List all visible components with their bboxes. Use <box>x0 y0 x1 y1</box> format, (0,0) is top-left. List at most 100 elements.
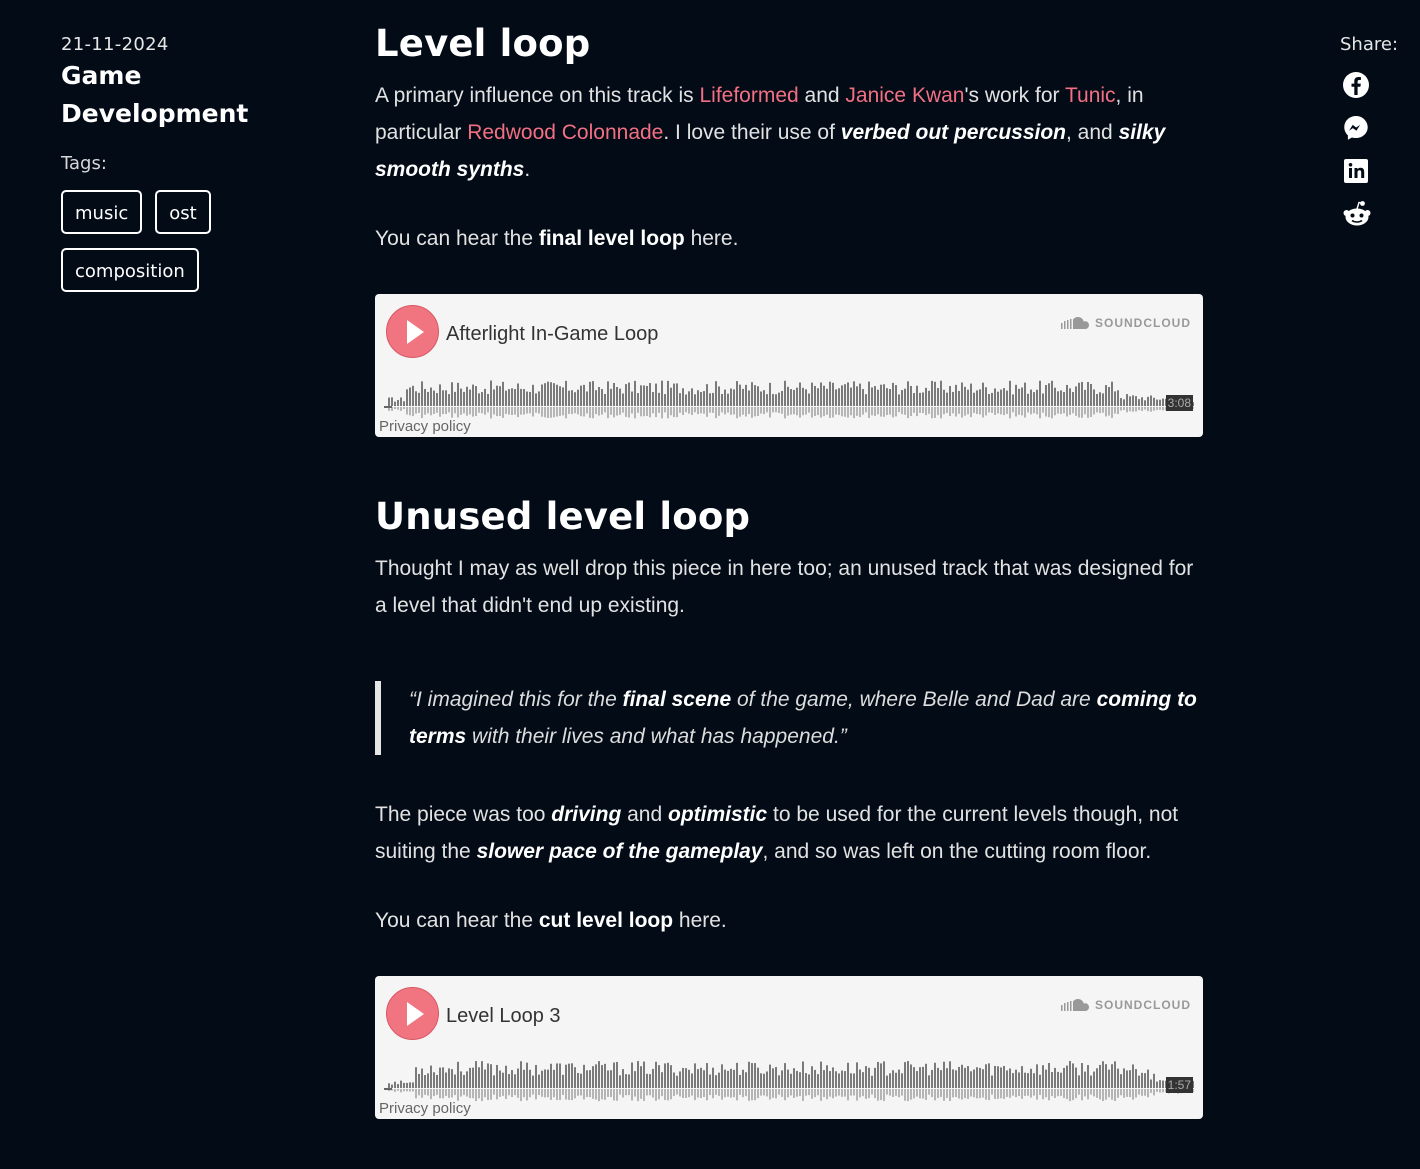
waveform-bar-reflection <box>757 1089 759 1099</box>
waveform-bar-reflection <box>1069 407 1071 415</box>
tag-composition[interactable]: composition <box>61 248 199 292</box>
waveform-bar <box>820 1061 822 1088</box>
track-title[interactable]: Level Loop 3 <box>446 1005 561 1028</box>
waveform-bar <box>430 1065 432 1088</box>
waveform-bar <box>1153 397 1155 406</box>
waveform-bar-reflection <box>445 407 447 415</box>
waveform-bar <box>985 387 987 406</box>
waveform-bar-reflection <box>583 407 585 417</box>
waveform-bar <box>910 385 912 406</box>
paragraph-hear-cut: You can hear the cut level loop here. <box>375 909 727 932</box>
waveform-bar <box>823 385 825 406</box>
waveform-bar <box>475 386 477 406</box>
waveform-bar-reflection <box>1051 1089 1053 1097</box>
waveform-bar <box>1123 399 1125 406</box>
waveform-bar-reflection <box>511 407 513 415</box>
waveform-bar <box>568 390 570 406</box>
privacy-policy-link[interactable]: Privacy policy <box>379 1100 471 1117</box>
waveform-bar-reflection <box>496 1089 498 1100</box>
waveform-bar-reflection <box>1015 1089 1017 1098</box>
waveform-bar-reflection <box>817 407 819 415</box>
waveform-bar <box>472 1067 474 1088</box>
waveform-bar-reflection <box>952 407 954 414</box>
paragraph-too-driving: The piece was too driving and optimistic… <box>375 803 1179 863</box>
waveform-bar <box>808 393 810 406</box>
waveform-bar <box>949 386 951 406</box>
waveform-bar <box>601 1065 603 1088</box>
waveform-bar-reflection <box>775 1089 777 1099</box>
waveform[interactable] <box>384 370 1194 432</box>
track-title[interactable]: Afterlight In-Game Loop <box>446 323 658 346</box>
waveform-bar-reflection <box>937 1089 939 1099</box>
soundcloud-logo[interactable]: SOUNDCLOUD <box>1061 316 1191 330</box>
waveform-bar <box>1030 389 1032 406</box>
paragraph-hear-final: You can hear the final level loop here. <box>375 227 739 250</box>
link-janice-kwan[interactable]: Janice Kwan <box>845 84 964 107</box>
waveform-bar <box>841 1070 843 1088</box>
waveform-bar <box>1006 1070 1008 1088</box>
privacy-policy-link[interactable]: Privacy policy <box>379 418 471 435</box>
soundcloud-player-afterlight: Afterlight In-Game Loop SOUNDCLOUD 3:08 … <box>375 294 1203 437</box>
waveform-bar <box>673 383 675 406</box>
waveform-bar <box>1003 388 1005 406</box>
waveform-bar-reflection <box>958 407 960 414</box>
waveform-bar <box>433 1072 435 1088</box>
waveform-bar-reflection <box>940 1089 942 1098</box>
heading-level-loop: Level loop <box>375 22 591 65</box>
waveform-bar-reflection <box>541 1089 543 1097</box>
waveform-bar <box>1015 1069 1017 1088</box>
waveform-bar-reflection <box>1066 407 1068 417</box>
waveform-bar <box>1042 393 1044 406</box>
waveform-bar-reflection <box>775 407 777 413</box>
waveform-bar <box>706 1063 708 1088</box>
waveform-bar <box>604 393 606 406</box>
waveform-bar <box>664 394 666 406</box>
link-redwood-colonnade[interactable]: Redwood Colonnade <box>467 121 663 144</box>
waveform-bar <box>496 385 498 406</box>
waveform-bar-reflection <box>622 407 624 413</box>
waveform-bar <box>850 1073 852 1088</box>
waveform-bar <box>586 391 588 406</box>
waveform-bar <box>397 399 399 406</box>
post-category[interactable]: Game Development <box>61 57 321 133</box>
waveform-bar-reflection <box>523 1089 525 1098</box>
waveform-bar <box>928 390 930 406</box>
play-button[interactable] <box>386 305 439 358</box>
waveform-bar-reflection <box>814 407 816 417</box>
waveform-bar <box>838 1073 840 1088</box>
waveform-bar-reflection <box>1111 407 1113 418</box>
soundcloud-logo[interactable]: SOUNDCLOUD <box>1061 998 1191 1012</box>
tag-ost[interactable]: ost <box>155 190 211 234</box>
waveform-bar-reflection <box>403 407 405 410</box>
link-lifeformed[interactable]: Lifeformed <box>699 84 798 107</box>
waveform-bar <box>1093 1071 1095 1088</box>
waveform-bar-reflection <box>574 1089 576 1099</box>
waveform-bar <box>1078 1075 1080 1088</box>
waveform-bar-reflection <box>655 407 657 418</box>
waveform-bar-reflection <box>1042 1089 1044 1100</box>
waveform-bar-reflection <box>994 407 996 415</box>
waveform-bar-reflection <box>754 1089 756 1101</box>
waveform-bar <box>409 1082 411 1088</box>
facebook-icon[interactable] <box>1342 71 1410 99</box>
waveform[interactable] <box>384 1052 1194 1114</box>
waveform-bar-reflection <box>877 1089 879 1101</box>
waveform-bar <box>922 1066 924 1088</box>
linkedin-icon[interactable] <box>1342 157 1410 185</box>
play-button[interactable] <box>386 987 439 1040</box>
waveform-bar-reflection <box>661 1089 663 1097</box>
waveform-bar <box>607 381 609 406</box>
waveform-bar-reflection <box>1003 407 1005 416</box>
waveform-bar-reflection <box>619 407 621 415</box>
reddit-icon[interactable] <box>1342 200 1410 228</box>
waveform-bar <box>862 389 864 406</box>
messenger-icon[interactable] <box>1342 114 1410 142</box>
waveform-bar-reflection <box>859 1089 861 1098</box>
waveform-bar <box>559 386 561 406</box>
waveform-bar-reflection <box>646 407 648 417</box>
tag-music[interactable]: music <box>61 190 143 234</box>
waveform-bar <box>595 390 597 406</box>
link-tunic[interactable]: Tunic <box>1065 84 1116 107</box>
waveform-bar-reflection <box>553 407 555 418</box>
waveform-bar <box>1153 1073 1155 1088</box>
